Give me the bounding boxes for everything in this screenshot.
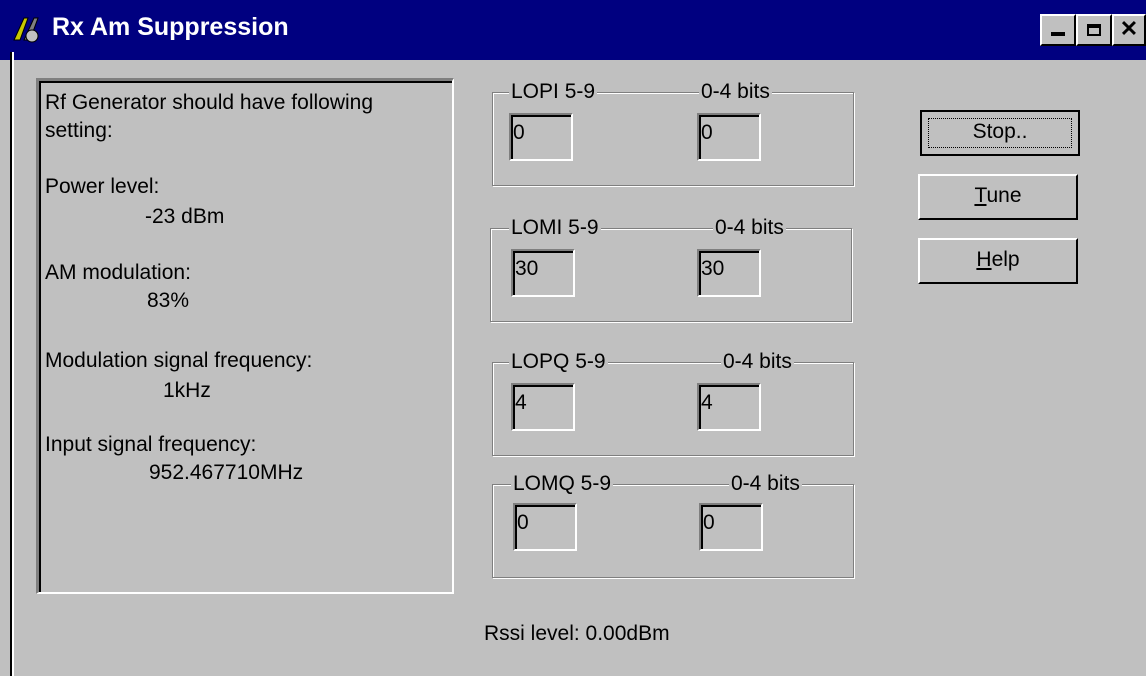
lomq-lo-field[interactable]: 0: [699, 503, 763, 551]
lomq-hi-field[interactable]: 0: [513, 503, 577, 551]
instructions-line-2: setting:: [45, 119, 113, 142]
maximize-button[interactable]: [1076, 14, 1112, 46]
minimize-button[interactable]: [1040, 14, 1076, 46]
help-button-label: Help: [976, 248, 1019, 271]
dialog-window: Rx Am Suppression ✕ Rf Generator should …: [0, 0, 1146, 676]
stop-button[interactable]: Stop..: [920, 110, 1080, 156]
lopq-hi-field[interactable]: 4: [511, 383, 575, 431]
lopi-group: LOPI 5-9 0-4 bits 0 0: [492, 80, 854, 186]
lomq-group: LOMQ 5-9 0-4 bits 0 0: [492, 472, 854, 578]
lopq-lo-field[interactable]: 4: [697, 383, 761, 431]
lopq-group: LOPQ 5-9 0-4 bits 4 4: [492, 350, 854, 456]
am-modulation-value: 83%: [147, 289, 190, 312]
field-bevel: [699, 251, 759, 295]
tune-button-label: Tune: [974, 184, 1021, 207]
input-frequency-label: Input signal frequency:: [45, 433, 257, 456]
minimize-icon: [1051, 32, 1065, 36]
lomi-lo-field[interactable]: 30: [697, 249, 761, 297]
instructions-panel-inner: [39, 81, 452, 592]
modulation-frequency-value: 1kHz: [163, 379, 211, 402]
field-bevel: [511, 115, 571, 159]
power-level-label: Power level:: [45, 175, 160, 198]
lopi-hi-field[interactable]: 0: [509, 113, 573, 161]
field-bevel: [513, 251, 573, 295]
lomi-bits-label: 0-4 bits: [713, 216, 786, 240]
power-level-value: -23 dBm: [145, 205, 225, 228]
help-label-rest: elp: [991, 248, 1020, 271]
field-bevel: [699, 115, 759, 159]
lomi-label: LOMI 5-9: [509, 216, 601, 240]
tune-label-rest: une: [986, 184, 1022, 207]
window-border-highlight: [12, 52, 14, 676]
close-button[interactable]: ✕: [1112, 14, 1146, 46]
lopq-bits-label: 0-4 bits: [721, 350, 794, 374]
field-bevel: [513, 385, 573, 429]
help-mnemonic: H: [976, 248, 992, 271]
instructions-line-1: Rf Generator should have following: [45, 91, 374, 114]
input-frequency-value: 952.467710MHz: [149, 461, 304, 484]
help-button[interactable]: Help: [918, 238, 1078, 284]
close-icon: ✕: [1119, 16, 1139, 41]
modulation-frequency-label: Modulation signal frequency:: [45, 349, 313, 372]
am-modulation-label: AM modulation:: [45, 261, 191, 284]
rssi-level-status: Rssi level: 0.00dBm: [484, 622, 670, 645]
instructions-panel: Rf Generator should have following setti…: [36, 78, 454, 594]
lomi-group: LOMI 5-9 0-4 bits 30 30: [490, 216, 852, 322]
window-title: Rx Am Suppression: [52, 13, 289, 41]
lopq-label: LOPQ 5-9: [509, 350, 608, 374]
app-icon: [13, 17, 39, 43]
lomi-hi-field[interactable]: 30: [511, 249, 575, 297]
tune-button[interactable]: Tune: [918, 174, 1078, 220]
field-bevel: [701, 505, 761, 549]
title-bar[interactable]: Rx Am Suppression ✕: [0, 0, 1146, 60]
field-bevel: [699, 385, 759, 429]
field-bevel: [515, 505, 575, 549]
lomq-bits-label: 0-4 bits: [729, 472, 802, 496]
maximize-icon: [1087, 24, 1101, 36]
lomq-label: LOMQ 5-9: [511, 472, 614, 496]
lopi-label: LOPI 5-9: [509, 80, 598, 104]
focus-rect: [928, 118, 1072, 148]
lopi-bits-label: 0-4 bits: [699, 80, 772, 104]
lopi-lo-field[interactable]: 0: [697, 113, 761, 161]
tune-mnemonic: T: [974, 184, 987, 207]
